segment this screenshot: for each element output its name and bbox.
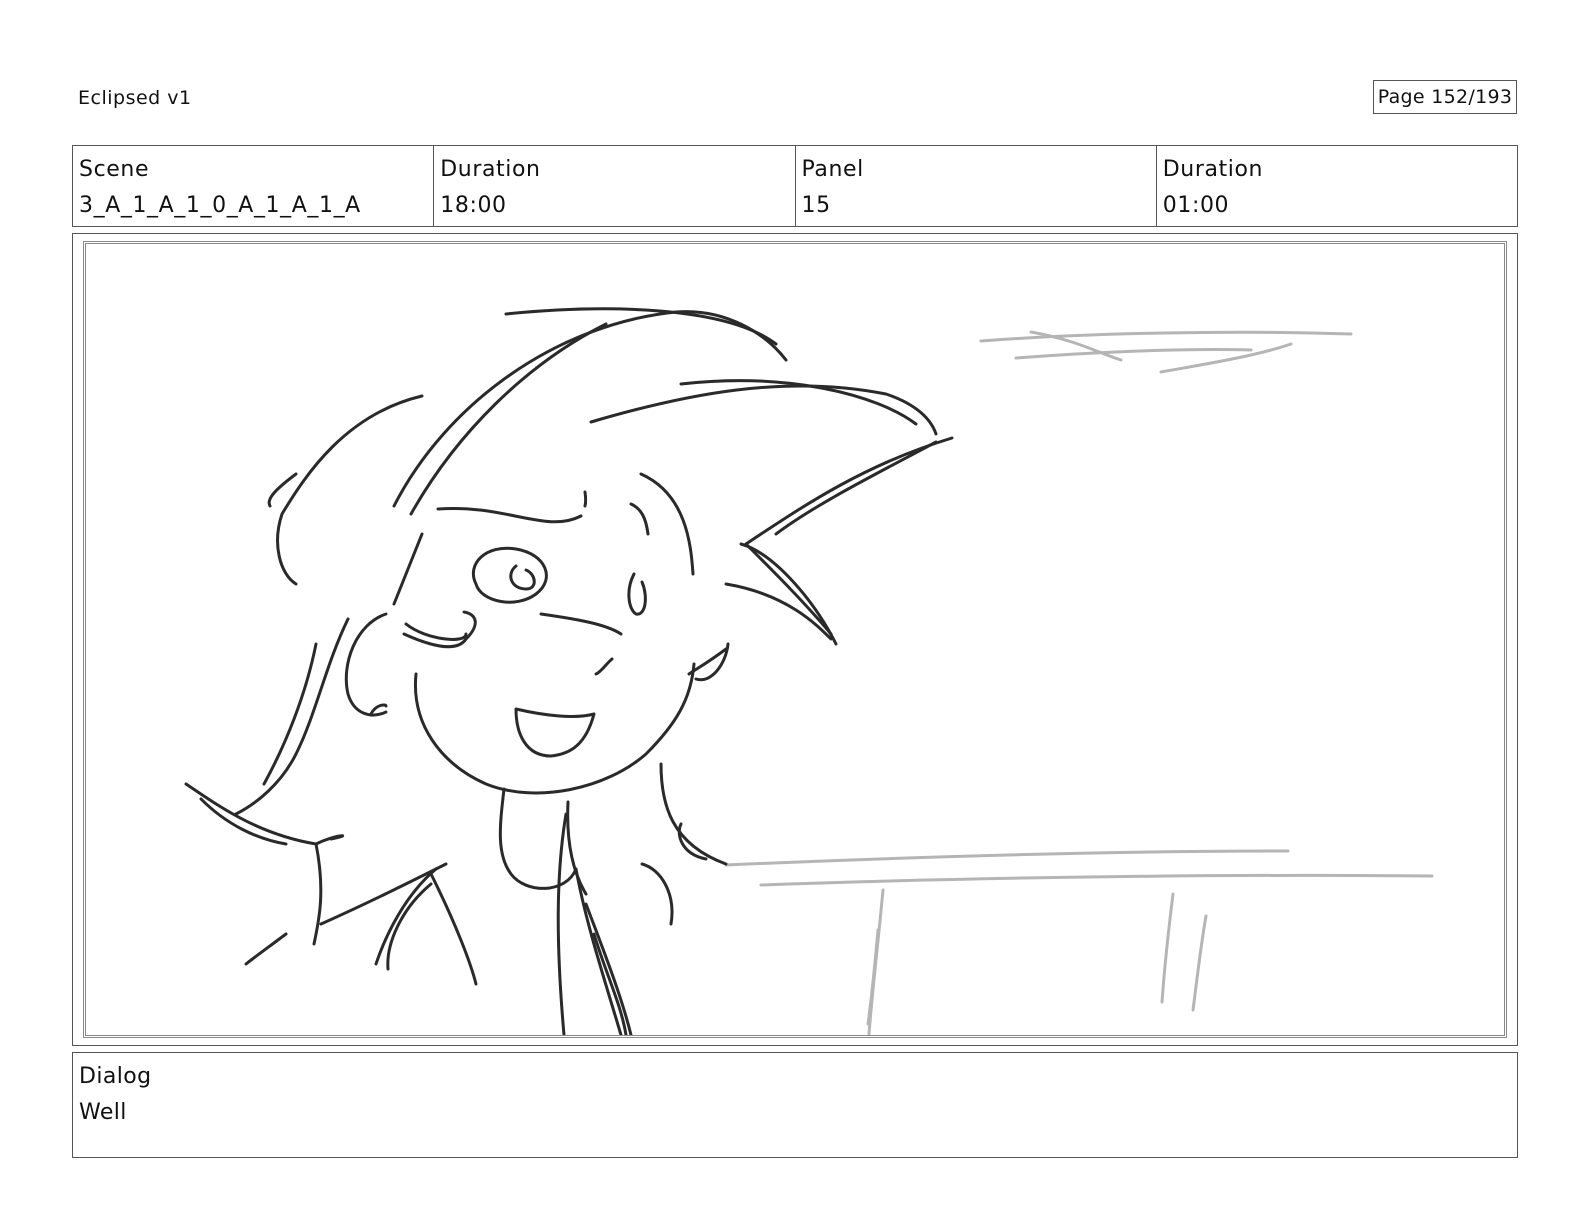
- panel-label: Panel: [801, 157, 864, 182]
- ceiling-lines: [979, 330, 1353, 374]
- scene-value: 3_A_1_A_1_0_A_1_A_1_A: [79, 193, 361, 218]
- panel-info-table: Scene 3_A_1_A_1_0_A_1_A_1_A Duration 18:…: [72, 145, 1518, 227]
- dialog-box: Dialog Well: [72, 1052, 1518, 1158]
- scene-label: Scene: [79, 157, 150, 182]
- railing-lines: [724, 849, 1434, 1035]
- panel-value: 15: [801, 193, 831, 218]
- panel-duration-value: 01:00: [1162, 193, 1230, 218]
- dialog-text: Well: [79, 1100, 127, 1125]
- scene-duration-label: Duration: [440, 157, 541, 182]
- scene-duration-cell: Duration 18:00: [434, 146, 796, 226]
- dialog-label: Dialog: [79, 1064, 152, 1089]
- panel-duration-cell: Duration 01:00: [1157, 146, 1517, 226]
- project-title: Eclipsed v1: [78, 87, 192, 109]
- scene-duration-value: 18:00: [440, 193, 507, 218]
- scene-cell: Scene 3_A_1_A_1_0_A_1_A_1_A: [73, 146, 435, 226]
- panel-duration-label: Duration: [1162, 157, 1264, 182]
- storyboard-image-area: [83, 241, 1507, 1038]
- storyboard-frame: [72, 233, 1518, 1046]
- panel-cell: Panel 15: [796, 146, 1157, 226]
- character-sketch: [184, 307, 954, 1035]
- page-indicator: Page 152/193: [1373, 80, 1517, 114]
- storyboard-sketch-image: [184, 307, 1434, 1035]
